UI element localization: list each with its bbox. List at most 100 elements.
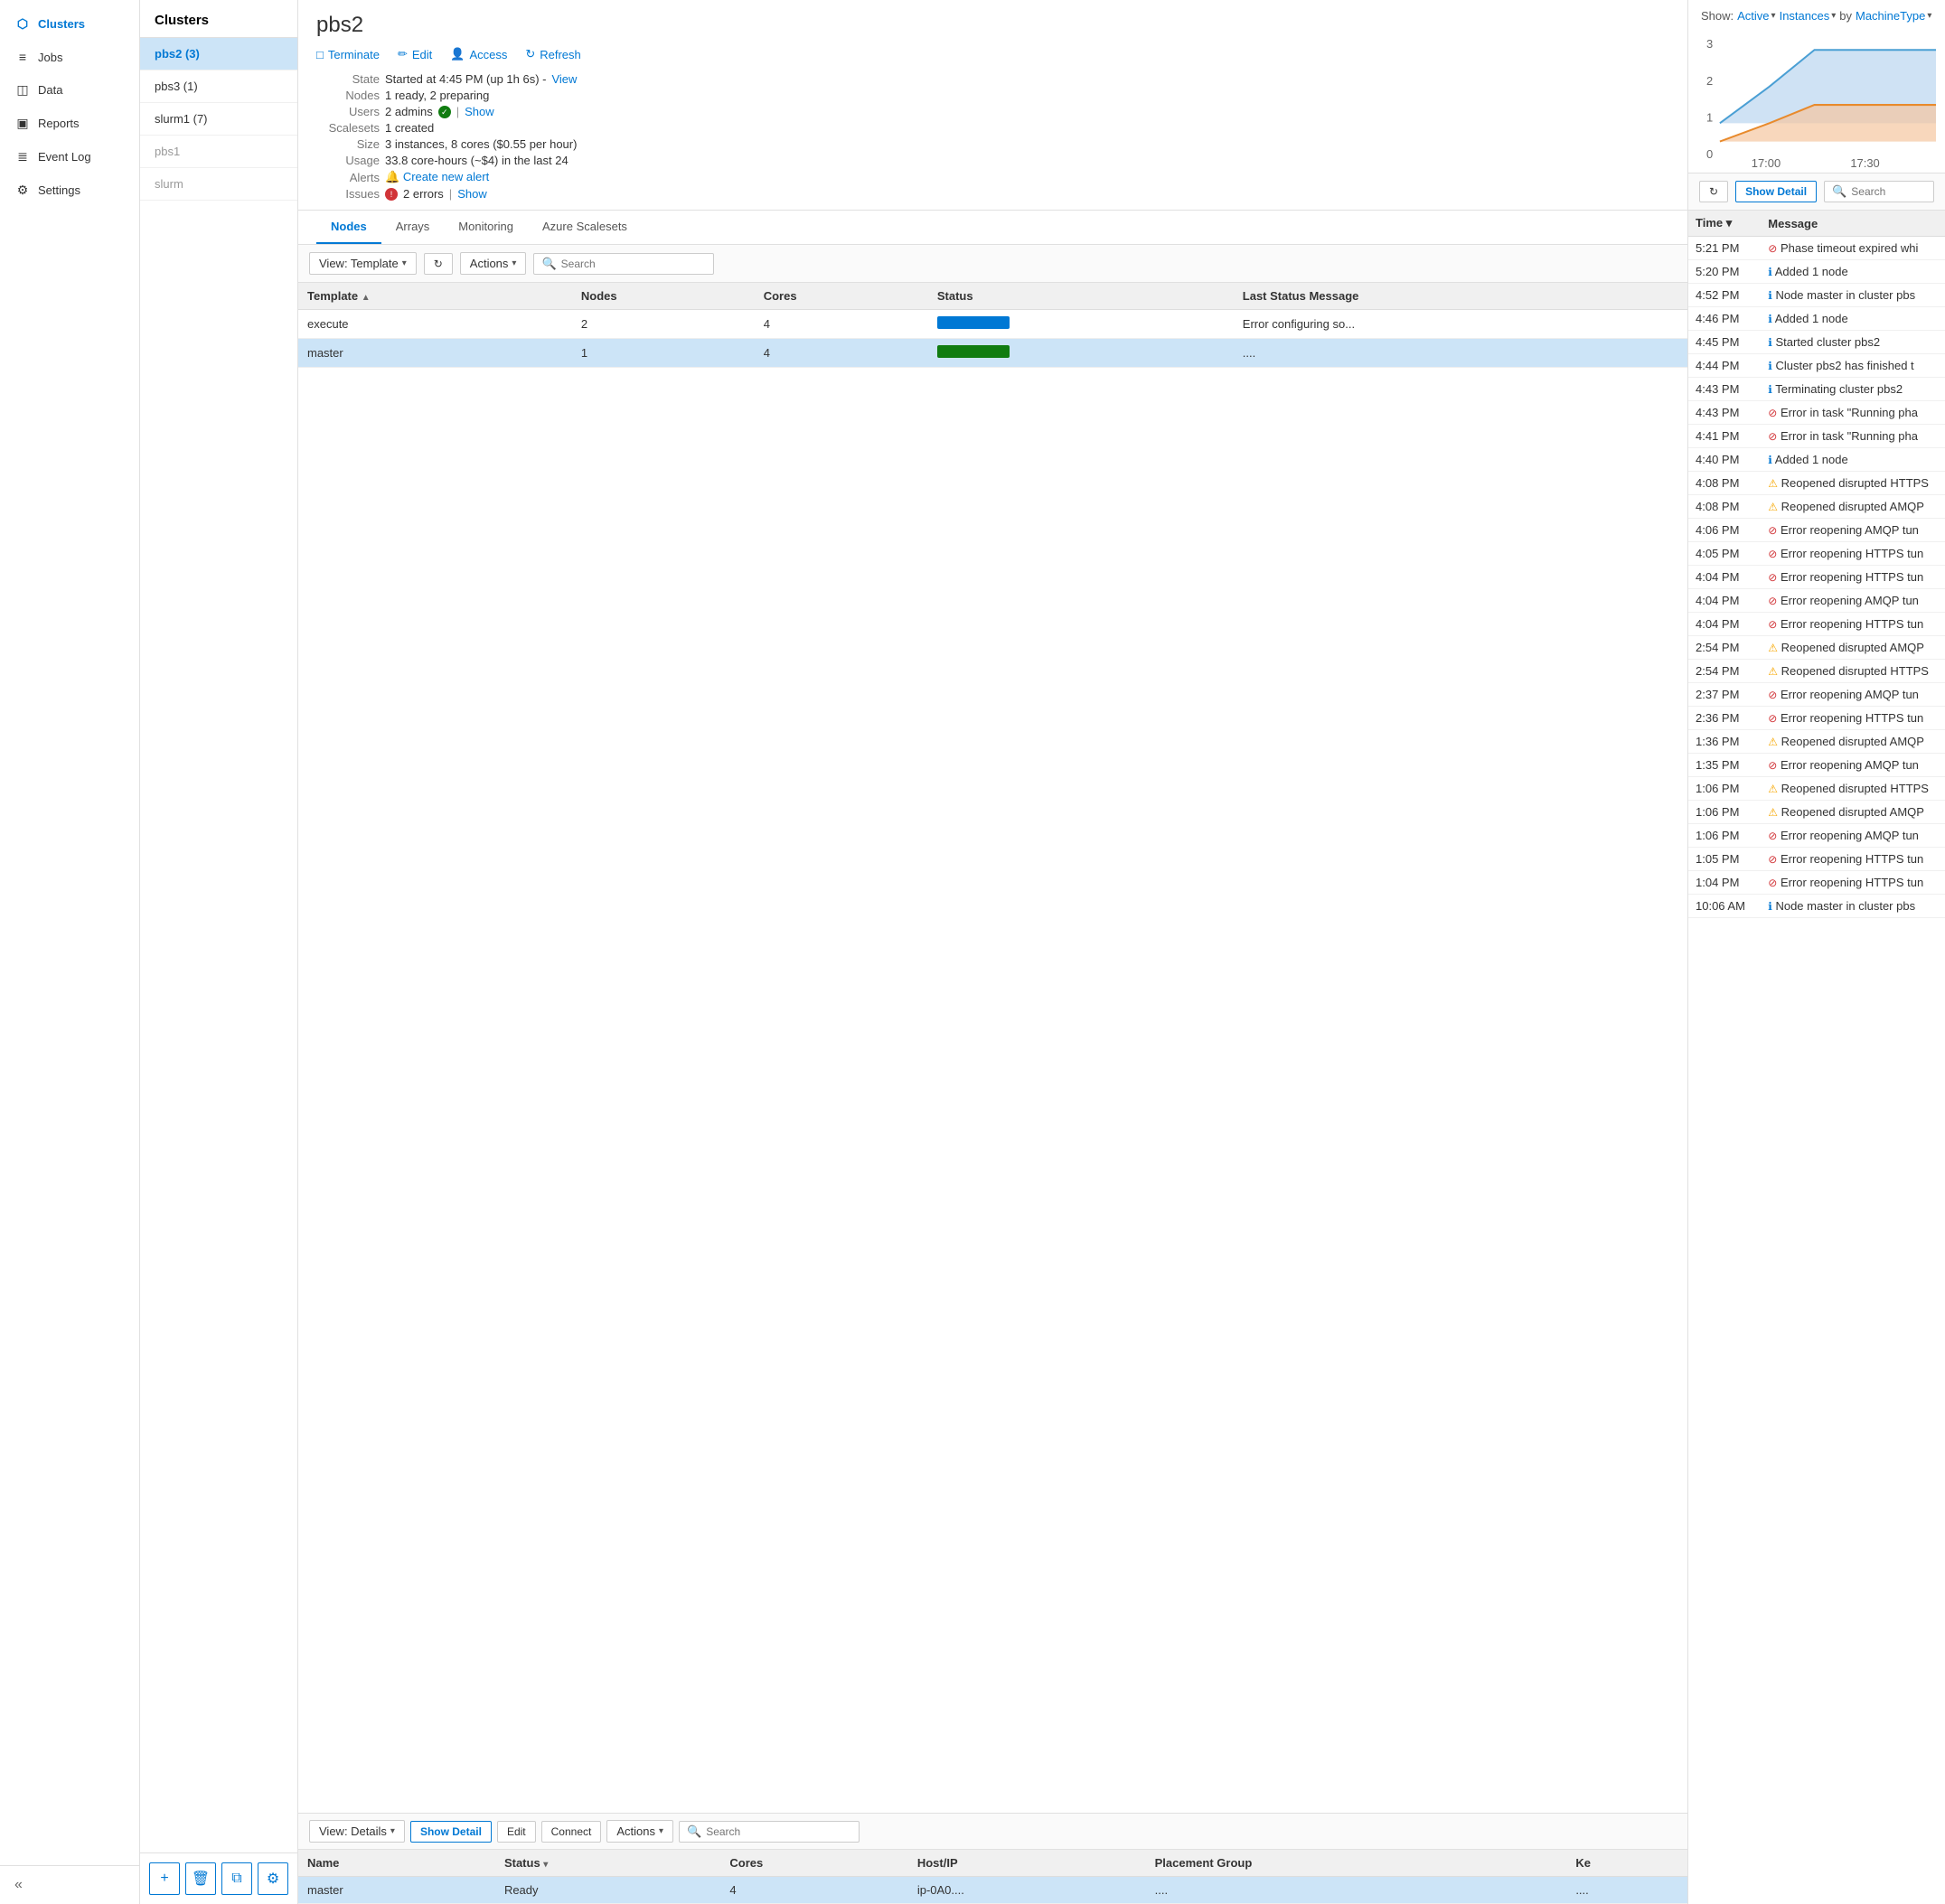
lower-actions-button[interactable]: Actions ▾ <box>606 1820 673 1843</box>
list-item[interactable]: 4:43 PM ℹ Terminating cluster pbs2 <box>1688 378 1945 401</box>
list-item[interactable]: 1:36 PM ⚠ Reopened disrupted AMQP <box>1688 730 1945 754</box>
col-template[interactable]: Template ▲ <box>298 283 572 310</box>
list-item[interactable]: 1:35 PM ⊘ Error reopening AMQP tun <box>1688 754 1945 777</box>
view-template-button[interactable]: View: Template ▾ <box>309 252 417 275</box>
nodes-search-input[interactable] <box>561 258 707 270</box>
tab-monitoring[interactable]: Monitoring <box>444 211 528 244</box>
users-show-link[interactable]: Show <box>465 105 494 118</box>
event-refresh-button[interactable]: ↻ <box>1699 181 1728 202</box>
show-detail-button[interactable]: Show Detail <box>410 1821 492 1843</box>
sort-icon: ▾ <box>543 1860 548 1870</box>
sidebar-item-reports[interactable]: ▣ Reports <box>0 107 139 140</box>
terminate-action[interactable]: □ Terminate <box>316 47 380 61</box>
state-view-link[interactable]: View <box>551 72 577 86</box>
refresh-action[interactable]: ↻ Refresh <box>525 47 580 61</box>
tab-nodes[interactable]: Nodes <box>316 211 381 244</box>
cluster-item-pbs2[interactable]: pbs2 (3) <box>140 38 297 70</box>
info-icon: ℹ <box>1768 900 1772 913</box>
list-item[interactable]: 2:54 PM ⚠ Reopened disrupted AMQP <box>1688 636 1945 660</box>
table-row[interactable]: execute 2 4 Error configuring so... <box>298 310 1687 339</box>
search-icon: 🔍 <box>541 257 556 271</box>
refresh-table-button[interactable]: ↻ <box>424 253 453 275</box>
list-item[interactable]: 4:05 PM ⊘ Error reopening HTTPS tun <box>1688 542 1945 566</box>
col-status[interactable]: Status ▾ <box>495 1850 720 1877</box>
col-nodes[interactable]: Nodes <box>572 283 755 310</box>
list-item[interactable]: 4:06 PM ⊘ Error reopening AMQP tun <box>1688 519 1945 542</box>
list-item[interactable]: 5:21 PM ⊘ Phase timeout expired whi <box>1688 237 1945 260</box>
list-item[interactable]: 5:20 PM ℹ Added 1 node <box>1688 260 1945 284</box>
list-item[interactable]: 4:44 PM ℹ Cluster pbs2 has finished t <box>1688 354 1945 378</box>
list-item[interactable]: 2:54 PM ⚠ Reopened disrupted HTTPS <box>1688 660 1945 683</box>
list-item[interactable]: 2:37 PM ⊘ Error reopening AMQP tun <box>1688 683 1945 707</box>
event-show-detail-button[interactable]: Show Detail <box>1735 181 1817 202</box>
col-cores[interactable]: Cores <box>755 283 928 310</box>
list-item[interactable]: 1:06 PM ⚠ Reopened disrupted AMQP <box>1688 801 1945 824</box>
cluster-item-pbs1[interactable]: pbs1 <box>140 136 297 168</box>
col-time[interactable]: Time ▾ <box>1688 211 1761 237</box>
list-item[interactable]: 2:36 PM ⊘ Error reopening HTTPS tun <box>1688 707 1945 730</box>
tab-arrays[interactable]: Arrays <box>381 211 445 244</box>
cell-message: ⊘ Error reopening HTTPS tun <box>1761 707 1945 730</box>
cluster-item-slurm[interactable]: slurm <box>140 168 297 201</box>
table-row[interactable]: master 1 4 .... <box>298 339 1687 368</box>
edit-action[interactable]: ✏ Edit <box>398 47 432 61</box>
actions-button[interactable]: Actions ▾ <box>460 252 527 275</box>
delete-cluster-button[interactable]: 🗑 <box>185 1862 216 1895</box>
list-item[interactable]: 1:04 PM ⊘ Error reopening HTTPS tun <box>1688 871 1945 895</box>
copy-cluster-button[interactable]: ⧉ <box>221 1862 252 1895</box>
event-search-input[interactable] <box>1851 185 1926 198</box>
list-item[interactable]: 4:43 PM ⊘ Error in task "Running pha <box>1688 401 1945 425</box>
list-item[interactable]: 4:04 PM ⊘ Error reopening HTTPS tun <box>1688 566 1945 589</box>
col-ke: Ke <box>1566 1850 1687 1877</box>
list-item[interactable]: 1:06 PM ⚠ Reopened disrupted HTTPS <box>1688 777 1945 801</box>
cell-message: ⊘ Error reopening HTTPS tun <box>1761 848 1945 871</box>
list-item[interactable]: 4:45 PM ℹ Started cluster pbs2 <box>1688 331 1945 354</box>
sidebar-item-settings[interactable]: ⚙ Settings <box>0 174 139 207</box>
error-icon: ⊘ <box>1768 877 1777 889</box>
sidebar-item-label: Data <box>38 83 62 97</box>
sidebar-item-data[interactable]: ◫ Data <box>0 73 139 107</box>
issues-show-link[interactable]: Show <box>457 187 487 201</box>
sidebar-item-jobs[interactable]: ≡ Jobs <box>0 41 139 73</box>
cell-message: ⚠ Reopened disrupted AMQP <box>1761 636 1945 660</box>
edit-instance-button[interactable]: Edit <box>497 1821 536 1843</box>
cell-host: ip-0A0.... <box>908 1877 1146 1904</box>
list-item[interactable]: 4:46 PM ℹ Added 1 node <box>1688 307 1945 331</box>
table-row[interactable]: master Ready 4 ip-0A0.... .... .... <box>298 1877 1687 1904</box>
sidebar-item-label: Clusters <box>38 17 85 31</box>
cluster-list-title: Clusters <box>140 0 297 38</box>
cluster-item-slurm1[interactable]: slurm1 (7) <box>140 103 297 136</box>
list-item[interactable]: 4:52 PM ℹ Node master in cluster pbs <box>1688 284 1945 307</box>
collapse-button[interactable]: « <box>14 1877 23 1892</box>
list-item[interactable]: 4:08 PM ⚠ Reopened disrupted AMQP <box>1688 495 1945 519</box>
cell-status: Ready <box>495 1877 720 1904</box>
list-item[interactable]: 4:04 PM ⊘ Error reopening AMQP tun <box>1688 589 1945 613</box>
svg-text:0: 0 <box>1706 147 1713 161</box>
col-status[interactable]: Status <box>928 283 1234 310</box>
list-item[interactable]: 4:08 PM ⚠ Reopened disrupted HTTPS <box>1688 472 1945 495</box>
error-icon: ⊘ <box>1768 430 1777 443</box>
list-item[interactable]: 4:04 PM ⊘ Error reopening HTTPS tun <box>1688 613 1945 636</box>
add-cluster-button[interactable]: + <box>149 1862 180 1895</box>
connect-button[interactable]: Connect <box>541 1821 602 1843</box>
cluster-settings-button[interactable]: ⚙ <box>258 1862 288 1895</box>
sidebar-item-eventlog[interactable]: ≣ Event Log <box>0 140 139 174</box>
view-details-button[interactable]: View: Details ▾ <box>309 1820 405 1843</box>
list-item[interactable]: 1:05 PM ⊘ Error reopening HTTPS tun <box>1688 848 1945 871</box>
instances-search-input[interactable] <box>706 1825 851 1838</box>
tab-azure-scalesets[interactable]: Azure Scalesets <box>528 211 642 244</box>
machinetype-link[interactable]: MachineType ▾ <box>1856 9 1931 23</box>
list-item[interactable]: 1:06 PM ⊘ Error reopening AMQP tun <box>1688 824 1945 848</box>
list-item[interactable]: 4:40 PM ℹ Added 1 node <box>1688 448 1945 472</box>
cluster-item-pbs3[interactable]: pbs3 (1) <box>140 70 297 103</box>
issues-badge: ! <box>385 188 398 201</box>
create-alert-link[interactable]: 🔔 Create new alert <box>385 170 489 184</box>
cell-time: 1:06 PM <box>1688 801 1761 824</box>
list-item[interactable]: 4:41 PM ⊘ Error in task "Running pha <box>1688 425 1945 448</box>
instances-link[interactable]: Instances ▾ <box>1780 9 1837 23</box>
sidebar-item-clusters[interactable]: ⬡ Clusters <box>0 7 139 41</box>
alerts-label: Alerts <box>316 171 380 184</box>
list-item[interactable]: 10:06 AM ℹ Node master in cluster pbs <box>1688 895 1945 918</box>
active-link[interactable]: Active ▾ <box>1737 9 1775 23</box>
access-action[interactable]: 👤 Access <box>450 47 507 61</box>
